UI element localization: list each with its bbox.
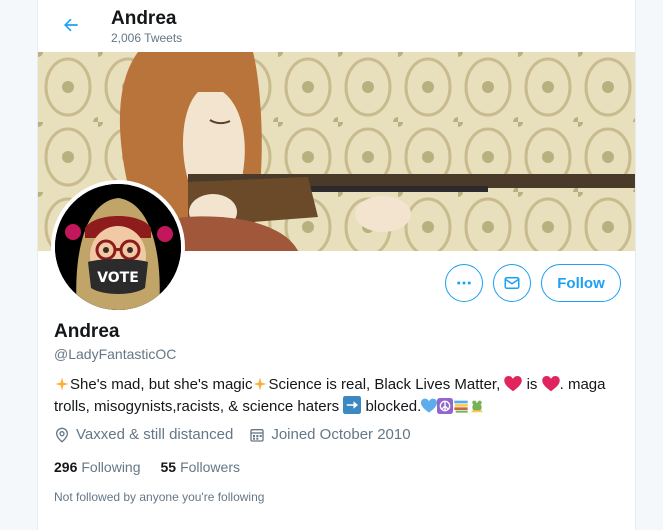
- following-count: 296: [54, 459, 78, 475]
- message-button[interactable]: [493, 264, 531, 302]
- avatar-image: VOTE: [55, 184, 181, 310]
- bio-text-5: blocked.: [365, 398, 422, 415]
- followers-count: 55: [160, 459, 177, 475]
- profile-bio: She's mad, but she's magic Science is rea…: [54, 374, 619, 418]
- bio-text-3: is: [526, 376, 538, 393]
- tweet-count: 2,006 Tweets: [111, 31, 183, 45]
- profile-handle: @LadyFantasticOC: [54, 346, 177, 362]
- right-arrow-icon: [343, 396, 362, 414]
- sparkles-icon: [253, 377, 268, 391]
- location: Vaxxed & still distanced: [54, 426, 233, 443]
- following-link[interactable]: 296 Following: [54, 459, 141, 475]
- header-title: Andrea: [111, 8, 177, 29]
- followed-by-note: Not followed by anyone you're following: [54, 490, 265, 504]
- books-icon: [454, 400, 468, 413]
- peace-icon: [437, 398, 454, 414]
- profile-header: Andrea 2,006 Tweets: [38, 0, 635, 52]
- following-label: Following: [81, 459, 141, 475]
- more-button[interactable]: [445, 264, 483, 302]
- sparkles-icon: [55, 377, 69, 391]
- profile-stats: 296 Following 55 Followers: [54, 459, 240, 475]
- calendar-icon: [250, 428, 264, 442]
- bio-text-2: Science is real, Black Lives Matter,: [268, 376, 501, 393]
- frog-icon: [471, 400, 483, 413]
- join-date-text: Joined October 2010: [271, 426, 411, 443]
- follow-button[interactable]: Follow: [541, 264, 621, 302]
- avatar[interactable]: VOTE: [51, 180, 185, 314]
- followers-link[interactable]: 55 Followers: [161, 459, 240, 475]
- location-pin-icon: [55, 427, 69, 443]
- arrow-left-icon: [64, 18, 78, 32]
- location-text: Vaxxed & still distanced: [76, 426, 234, 443]
- heart-icon: [504, 376, 523, 392]
- followers-label: Followers: [180, 459, 240, 475]
- vote-badge: VOTE: [97, 270, 139, 286]
- profile-name: Andrea: [54, 321, 120, 342]
- envelope-icon: [504, 277, 520, 289]
- heart-icon: [541, 376, 560, 392]
- more-dots-icon: [457, 281, 471, 285]
- bio-text-1: She's mad, but she's magic: [70, 376, 253, 393]
- back-button[interactable]: [54, 8, 88, 42]
- blue-heart-icon: [421, 398, 438, 413]
- join-date: Joined October 2010: [249, 426, 411, 443]
- profile-column: Andrea 2,006 Tweets VOTE Follow Andrea @…: [37, 0, 636, 530]
- profile-meta: Vaxxed & still distanced Joined October …: [54, 426, 421, 443]
